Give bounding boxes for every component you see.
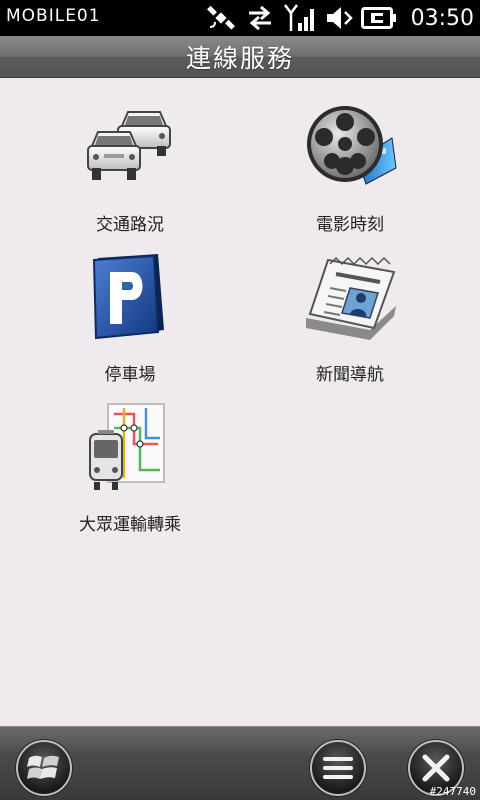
page-title: 連線服務: [185, 43, 294, 73]
service-label: 交通路況: [96, 215, 164, 235]
service-parking[interactable]: 停車場: [40, 238, 220, 385]
menu-button[interactable]: [310, 740, 366, 796]
windows-start-icon: [27, 755, 59, 779]
watermark: #247740: [429, 785, 476, 798]
transit-map-icon: [89, 403, 165, 490]
service-traffic[interactable]: 交通路況: [40, 88, 220, 235]
menu-icon: [323, 757, 353, 779]
services-grid: 交通路況 電影時刻 停車場 新聞導航 大眾運輸轉乘: [0, 78, 480, 726]
title-bar: 連線服務: [0, 36, 480, 78]
close-icon: [422, 754, 450, 782]
service-label: 停車場: [104, 365, 156, 385]
clock: 03:50: [410, 5, 474, 31]
service-news[interactable]: 新聞導航: [260, 238, 440, 385]
service-label: 電影時刻: [316, 215, 384, 235]
start-button[interactable]: [16, 740, 72, 796]
status-icons: 03:50: [206, 2, 474, 34]
volume-icon: [326, 7, 353, 29]
service-movie[interactable]: 電影時刻: [260, 88, 440, 235]
brand-logo: MOBILE01: [6, 6, 101, 26]
service-transit[interactable]: 大眾運輸轉乘: [40, 388, 220, 535]
bottom-bar: #247740: [0, 726, 480, 800]
data-transfer-icon: [248, 5, 271, 31]
satellite-icon: [206, 5, 235, 30]
battery-icon: [360, 7, 396, 29]
status-bar: MOBILE01 03:50: [0, 0, 480, 36]
signal-icon: [283, 4, 314, 31]
film-reel-icon: [307, 106, 397, 185]
service-label: 新聞導航: [316, 365, 384, 385]
service-label: 大眾運輸轉乘: [79, 515, 181, 535]
parking-icon: [92, 254, 164, 340]
traffic-cars-icon: [87, 111, 171, 180]
newspaper-icon: [306, 256, 396, 340]
